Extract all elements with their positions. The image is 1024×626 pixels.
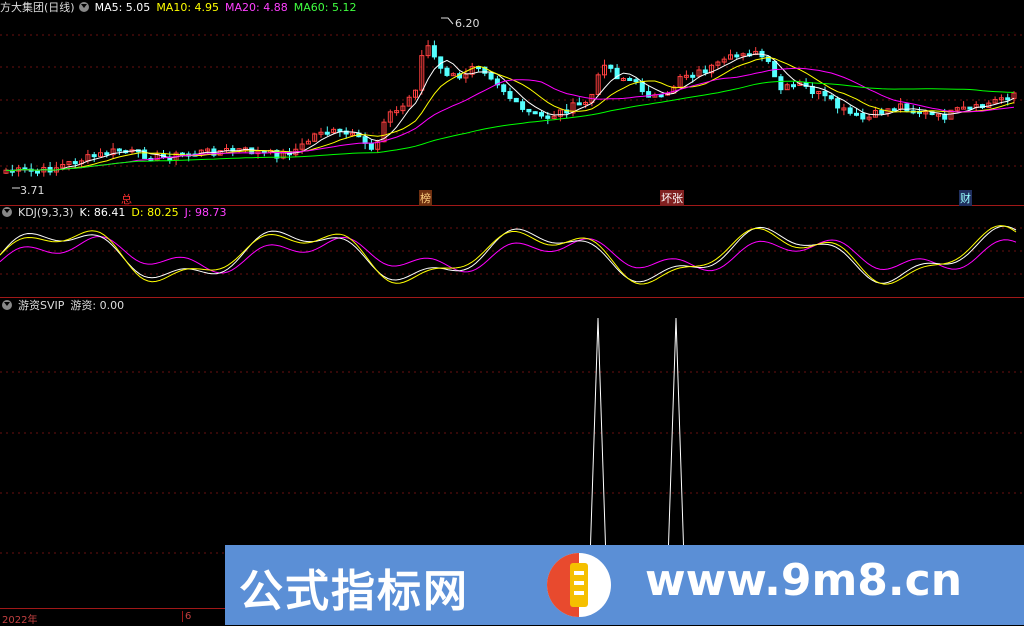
candle-body <box>362 136 368 144</box>
candle-body <box>658 94 664 98</box>
candle-body <box>72 161 78 165</box>
candle-body <box>891 108 897 112</box>
event-mark[interactable]: 总 <box>121 191 132 207</box>
yz-spike <box>589 317 607 561</box>
candle-body <box>539 112 544 117</box>
candle-body <box>860 112 866 120</box>
candle-body <box>520 101 526 110</box>
watermark-text: 公式指标网 <box>239 566 469 617</box>
candle-body <box>431 45 437 58</box>
candle-body <box>967 106 973 110</box>
watermark-logo-icon <box>547 553 611 617</box>
candle-body <box>702 69 708 74</box>
kdj-d-line <box>0 225 1017 285</box>
candle-body <box>104 152 110 156</box>
high-price-label: 6.20 <box>455 17 480 30</box>
candle-body <box>847 107 853 114</box>
candle-body <box>507 91 513 99</box>
candle-body <box>854 112 859 116</box>
candle-body <box>368 142 374 150</box>
candle-body <box>633 79 639 83</box>
event-mark[interactable]: 坏张 <box>660 190 684 206</box>
candle-body <box>513 97 519 103</box>
candle-body <box>835 98 841 109</box>
candle-body <box>1005 97 1011 101</box>
candle-body <box>734 54 740 58</box>
yz-spike <box>667 317 685 561</box>
candle-body <box>627 77 633 81</box>
candle-body <box>324 131 330 135</box>
candle-body <box>444 67 450 76</box>
candle-body <box>337 128 343 132</box>
candle-body <box>488 72 494 80</box>
candle-body <box>828 95 834 100</box>
candle-body <box>526 108 532 113</box>
candle-body <box>791 84 796 88</box>
candle-body <box>608 64 614 69</box>
axis-month-label: 6 <box>182 611 191 622</box>
axis-year-label: 2022年 <box>2 615 38 626</box>
watermark-url: www.9m8.cn <box>645 555 963 606</box>
candle-body <box>904 103 910 112</box>
event-mark[interactable]: 财 <box>959 190 972 206</box>
event-mark[interactable]: 榜 <box>419 190 432 206</box>
candle-body <box>501 84 507 93</box>
candle-body <box>879 110 885 114</box>
candle-body <box>690 74 696 78</box>
chart-canvas[interactable] <box>0 0 1024 625</box>
candle-body <box>576 102 582 106</box>
candle-body <box>545 115 551 119</box>
kdj-k-line <box>0 225 1017 284</box>
candle-body <box>116 148 122 152</box>
candle-body <box>532 111 538 115</box>
watermark-banner: 公式指标网 www.9m8.cn <box>225 545 1024 625</box>
low-price-label: 3.71 <box>20 184 45 197</box>
high-arrow <box>441 17 454 25</box>
candle-body <box>91 154 97 158</box>
candle-body <box>822 90 828 97</box>
candle-body <box>778 76 784 91</box>
candle-body <box>35 170 40 174</box>
kdj-j-line <box>0 235 1017 274</box>
candle-body <box>809 85 815 95</box>
